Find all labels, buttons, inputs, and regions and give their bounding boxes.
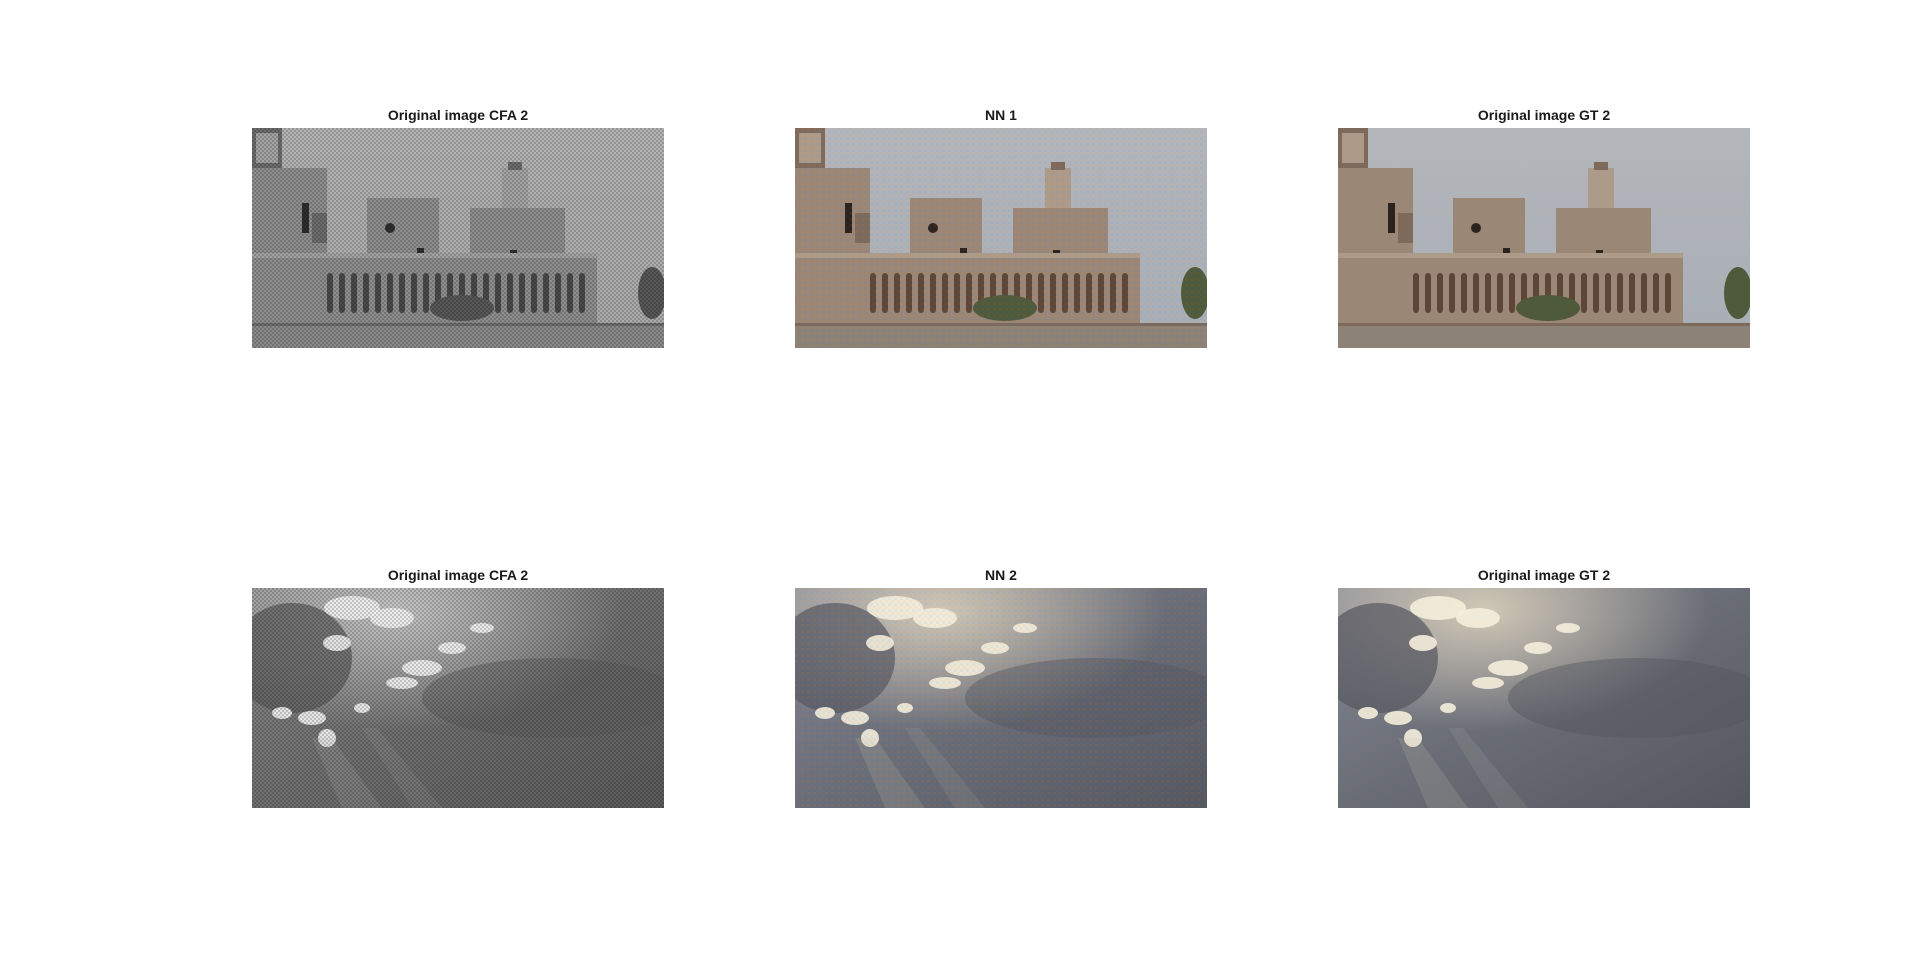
- clouds-gt-image: [1338, 588, 1750, 808]
- clouds-cfa-image: [252, 588, 664, 808]
- panel-title: Original image CFA 2: [387, 107, 529, 123]
- panel-title: Original image GT 2: [1477, 567, 1611, 583]
- clouds-photo-gt: [1338, 588, 1750, 808]
- panel-title: Original image GT 2: [1477, 107, 1611, 123]
- panel-title: NN 2: [985, 567, 1017, 583]
- panel-title: NN 1: [985, 107, 1017, 123]
- castle-photo-nn: [795, 128, 1207, 348]
- clouds-photo-nn: [795, 588, 1207, 808]
- clouds-nn-image: [795, 588, 1207, 808]
- castle-photo-gt: [1338, 128, 1750, 348]
- castle-nn-image: [795, 128, 1207, 348]
- castle-gt-image: [1338, 128, 1750, 348]
- castle-cfa-image: [252, 128, 664, 348]
- castle-photo-cfa: [252, 128, 664, 348]
- clouds-photo-cfa: [252, 588, 664, 808]
- panel-title: Original image CFA 2: [387, 567, 529, 583]
